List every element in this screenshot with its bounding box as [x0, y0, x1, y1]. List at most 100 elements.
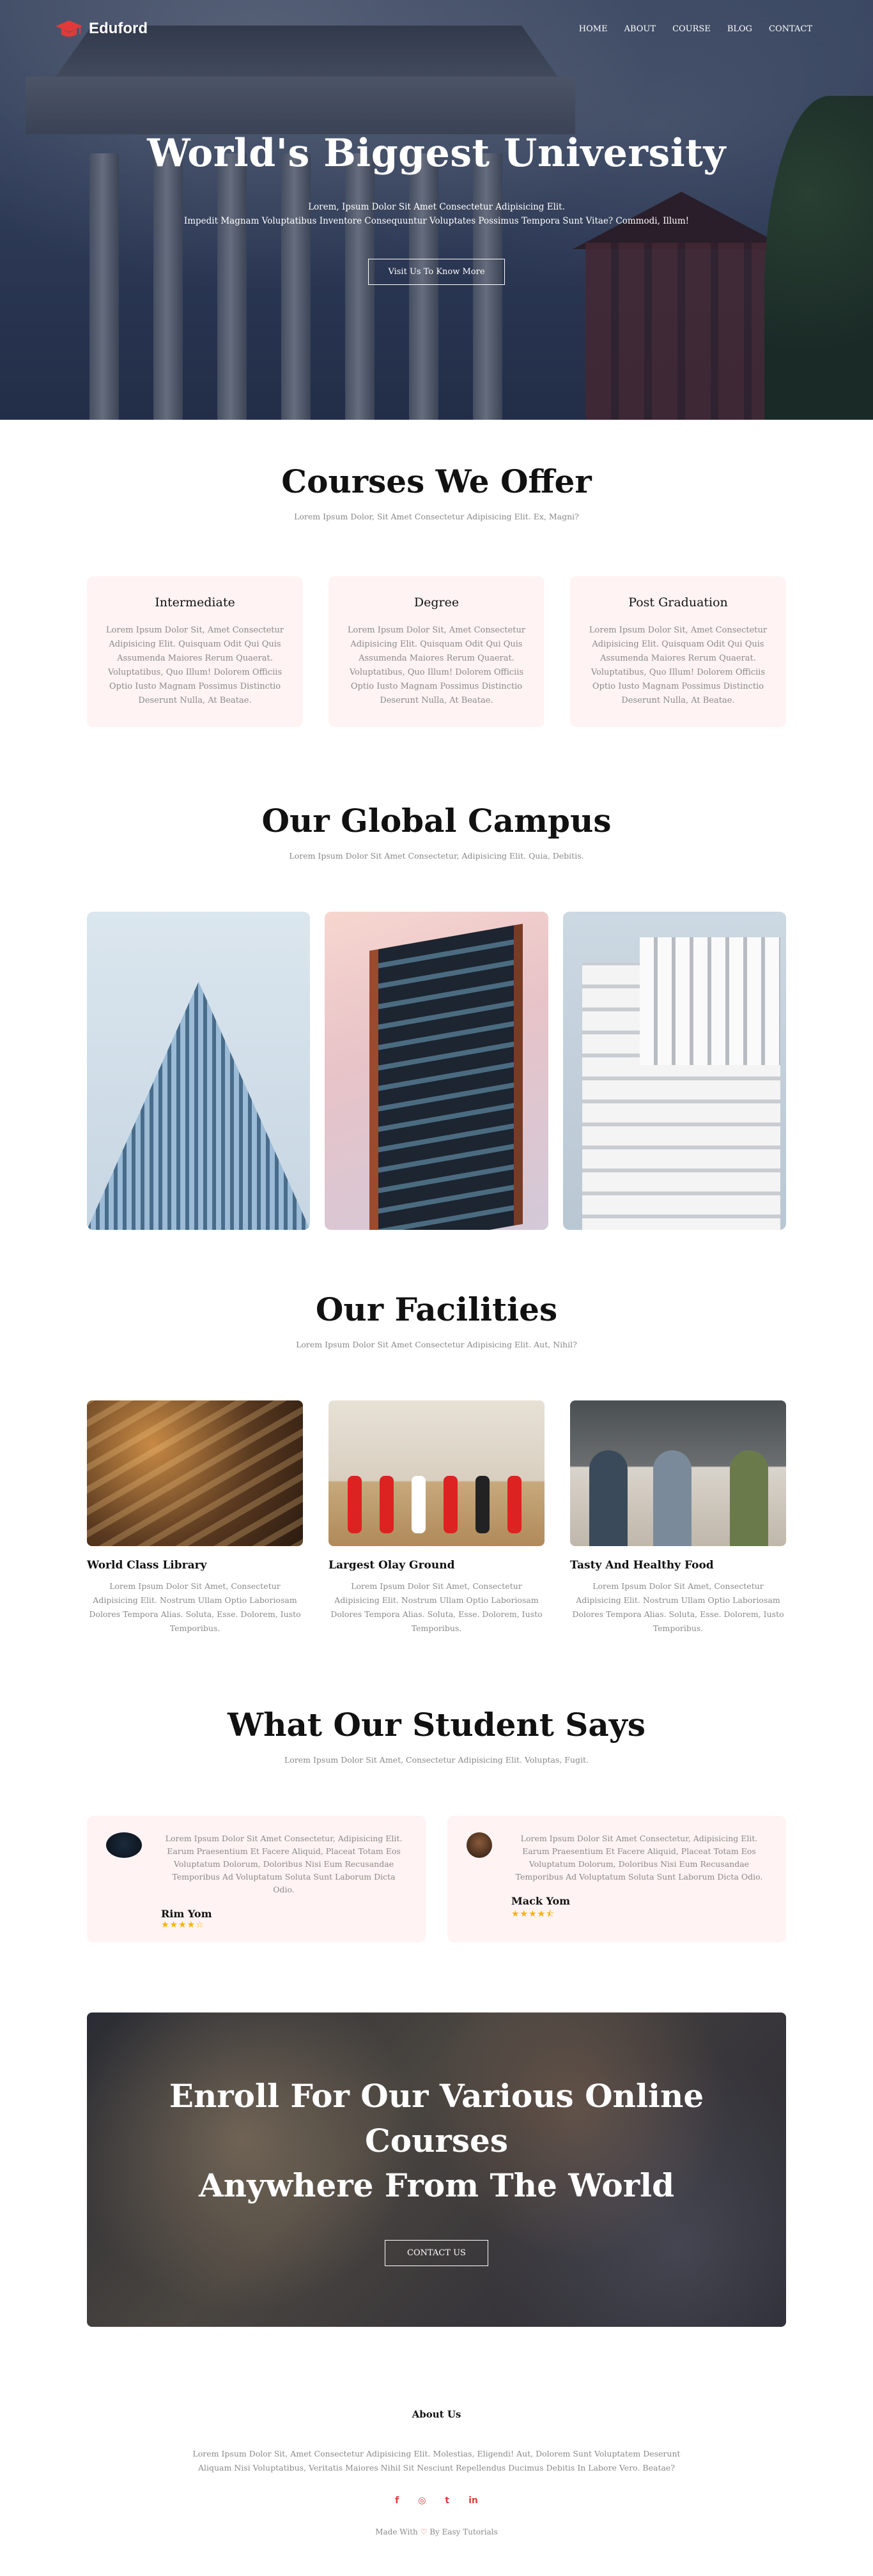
campus-gallery	[87, 912, 786, 1230]
nav-link-blog[interactable]: BLOG	[727, 24, 752, 34]
testimonial-card: Lorem Ipsum Dolor Sit Amet Consectetur, …	[87, 1816, 426, 1942]
player	[380, 1476, 394, 1533]
made-with-note: Made With ♡ By Easy Tutorials	[0, 2527, 873, 2536]
courses-title: Courses We Offer	[281, 463, 592, 500]
enroll-title-line-1: Enroll For Our Various Online	[169, 2076, 704, 2115]
star-rating: ★★★★☆	[161, 1920, 205, 1930]
facility-text: Lorem Ipsum Dolor Sit Amet, Consectetur …	[572, 1581, 784, 1633]
campus-image-white-building[interactable]	[562, 912, 786, 1230]
enroll-title-line-3: Anywhere From The World	[198, 2166, 675, 2204]
food-image	[570, 1400, 786, 1546]
glass-facade	[87, 981, 311, 1230]
tower-facade	[369, 923, 523, 1230]
facilities-section: Our Facilities Lorem Ipsum Dolor Sit Ame…	[0, 1230, 873, 1636]
logo[interactable]: Eduford	[54, 18, 148, 40]
footer-title: About Us	[412, 2409, 461, 2420]
facility-text: Lorem Ipsum Dolor Sit Amet, Consectetur …	[89, 1581, 301, 1633]
facility-playground: Largest Olay Ground Lorem Ipsum Dolor Si…	[328, 1400, 545, 1636]
player	[507, 1476, 521, 1533]
facility-title: Tasty And Healthy Food	[570, 1559, 714, 1572]
footer-text: Lorem Ipsum Dolor Sit, Amet Consectetur …	[0, 2447, 873, 2475]
testimonial-name: Mack Yom	[511, 1895, 571, 1907]
course-card-degree[interactable]: Degree Lorem Ipsum Dolor Sit, Amet Conse…	[328, 576, 545, 727]
testimonials-title: What Our Student Says	[228, 1706, 645, 1744]
courses-section: Courses We Offer Lorem Ipsum Dolor, Sit …	[0, 420, 873, 727]
building-upper	[639, 937, 780, 1065]
course-card-intermediate[interactable]: Intermediate Lorem Ipsum Dolor Sit, Amet…	[87, 576, 303, 727]
instagram-icon[interactable]: ◎	[418, 2496, 426, 2506]
campus-title: Our Global Campus	[261, 802, 612, 839]
playground-image	[328, 1400, 545, 1546]
course-card-title: Intermediate	[155, 595, 235, 610]
campus-section: Our Global Campus Lorem Ipsum Dolor Sit …	[0, 727, 873, 1230]
top-nav: Eduford HOME ABOUT COURSE BLOG CONTACT	[0, 0, 873, 57]
campus-image-tower[interactable]	[325, 912, 548, 1230]
testimonials-section: What Our Student Says Lorem Ipsum Dolor …	[0, 1636, 873, 1942]
course-card-text: Lorem Ipsum Dolor Sit, Amet Consectetur …	[347, 625, 526, 705]
testimonial-body: Lorem Ipsum Dolor Sit Amet Consectetur, …	[161, 1832, 406, 1930]
facility-list: World Class Library Lorem Ipsum Dolor Si…	[87, 1400, 786, 1636]
footer-text-line-2: Aliquam Nisi Voluptatibus, Veritatis Mai…	[197, 2463, 676, 2472]
facebook-icon[interactable]: f	[395, 2496, 399, 2506]
person	[589, 1450, 628, 1546]
enroll-banner: Enroll For Our Various Online Courses An…	[87, 2012, 786, 2327]
player	[412, 1476, 426, 1533]
player	[444, 1476, 458, 1533]
facility-title: Largest Olay Ground	[328, 1559, 455, 1572]
social-links: f ◎ t in	[0, 2496, 873, 2506]
nav-link-home[interactable]: HOME	[579, 24, 608, 34]
graduation-cap-icon	[56, 20, 82, 37]
testimonial-text: Lorem Ipsum Dolor Sit Amet Consectetur, …	[515, 1834, 763, 1882]
footer: About Us Lorem Ipsum Dolor Sit, Amet Con…	[0, 2327, 873, 2536]
campus-subtitle: Lorem Ipsum Dolor Sit Amet Consectetur, …	[289, 851, 584, 861]
courses-subtitle: Lorem Ipsum Dolor, Sit Amet Consectetur …	[294, 512, 579, 521]
hero-content: World's Biggest University Lorem, Ipsum …	[0, 131, 873, 285]
made-suffix: By Easy Tutorials	[429, 2527, 498, 2536]
facility-title: World Class Library	[87, 1559, 207, 1572]
star-rating: ★★★★⯪	[511, 1909, 555, 1919]
course-card-title: Degree	[413, 595, 460, 610]
library-image	[87, 1400, 303, 1546]
logo-text: Eduford	[89, 20, 148, 37]
testimonial-list: Lorem Ipsum Dolor Sit Amet Consectetur, …	[87, 1816, 786, 1942]
hero-title: World's Biggest University	[147, 131, 726, 176]
course-card-title: Post Graduation	[628, 595, 728, 610]
contact-us-button[interactable]: CONTACT US	[385, 2239, 488, 2266]
course-card-text: Lorem Ipsum Dolor Sit, Amet Consectetur …	[589, 625, 768, 705]
course-card-text: Lorem Ipsum Dolor Sit, Amet Consectetur …	[105, 625, 284, 705]
facility-text: Lorem Ipsum Dolor Sit Amet, Consectetur …	[330, 1581, 543, 1633]
person	[730, 1450, 768, 1546]
testimonial-name: Rim Yom	[161, 1908, 212, 1920]
nav-link-course[interactable]: COURSE	[672, 24, 711, 34]
person	[653, 1450, 691, 1546]
hero-section: Eduford HOME ABOUT COURSE BLOG CONTACT W…	[0, 0, 873, 420]
testimonial-text: Lorem Ipsum Dolor Sit Amet Consectetur, …	[165, 1834, 403, 1894]
facilities-title: Our Facilities	[315, 1291, 558, 1328]
testimonial-body: Lorem Ipsum Dolor Sit Amet Consectetur, …	[511, 1832, 767, 1926]
heart-icon: ♡	[420, 2527, 428, 2536]
course-list: Intermediate Lorem Ipsum Dolor Sit, Amet…	[87, 576, 786, 727]
testimonials-subtitle: Lorem Ipsum Dolor Sit Amet, Consectetur …	[284, 1755, 589, 1765]
enroll-title-line-2: Courses	[365, 2121, 508, 2159]
course-card-post-graduation[interactable]: Post Graduation Lorem Ipsum Dolor Sit, A…	[570, 576, 786, 727]
facilities-subtitle: Lorem Ipsum Dolor Sit Amet Consectetur A…	[296, 1340, 577, 1349]
twitter-icon[interactable]: t	[445, 2496, 449, 2506]
nav-link-about[interactable]: ABOUT	[624, 24, 656, 34]
facility-food: Tasty And Healthy Food Lorem Ipsum Dolor…	[570, 1400, 786, 1636]
linkedin-icon[interactable]: in	[468, 2496, 478, 2506]
campus-image-glass-pyramid[interactable]	[87, 912, 311, 1230]
enroll-content: Enroll For Our Various Online Courses An…	[87, 2012, 786, 2327]
made-prefix: Made With	[375, 2527, 418, 2536]
facility-library: World Class Library Lorem Ipsum Dolor Si…	[87, 1400, 303, 1636]
nav-link-contact[interactable]: CONTACT	[769, 24, 812, 34]
player	[348, 1476, 362, 1533]
testimonial-card: Lorem Ipsum Dolor Sit Amet Consectetur, …	[447, 1816, 786, 1942]
enroll-title: Enroll For Our Various Online Courses An…	[169, 2074, 704, 2208]
hero-text-line-1: Lorem, Ipsum Dolor Sit Amet Consectetur …	[308, 202, 565, 212]
player	[475, 1476, 490, 1533]
footer-text-line-1: Lorem Ipsum Dolor Sit, Amet Consectetur …	[192, 2449, 681, 2458]
avatar	[106, 1832, 142, 1858]
avatar	[467, 1832, 492, 1858]
visit-us-button[interactable]: Visit Us To Know More	[368, 259, 505, 285]
hero-text-line-2: Impedit Magnam Voluptatibus Inventore Co…	[183, 216, 690, 226]
